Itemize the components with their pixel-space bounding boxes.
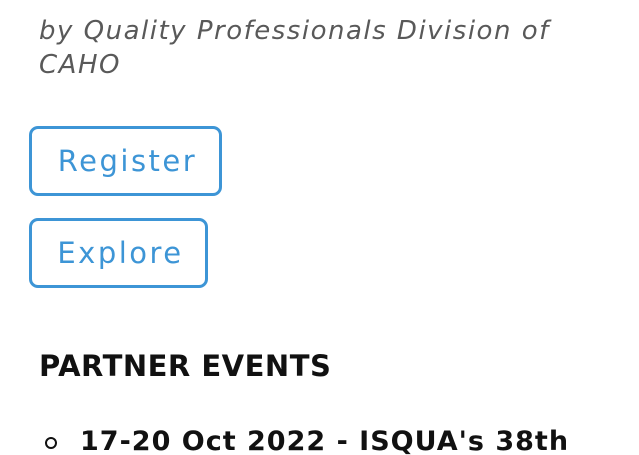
explore-button[interactable]: Explore [29,218,208,288]
partner-event-text[interactable]: 17-20 Oct 2022 - ISQUA's 38th [80,422,569,455]
organizer-byline: by Quality Professionals Division of CAH… [39,16,550,80]
register-button[interactable]: Register [29,126,222,196]
hollow-circle-bullet-icon [45,437,57,449]
partner-events-list: 17-20 Oct 2022 - ISQUA's 38th [0,420,639,455]
partner-events-heading: PARTNER EVENTS [39,349,332,383]
partner-event-item[interactable]: 17-20 Oct 2022 - ISQUA's 38th [0,420,639,455]
